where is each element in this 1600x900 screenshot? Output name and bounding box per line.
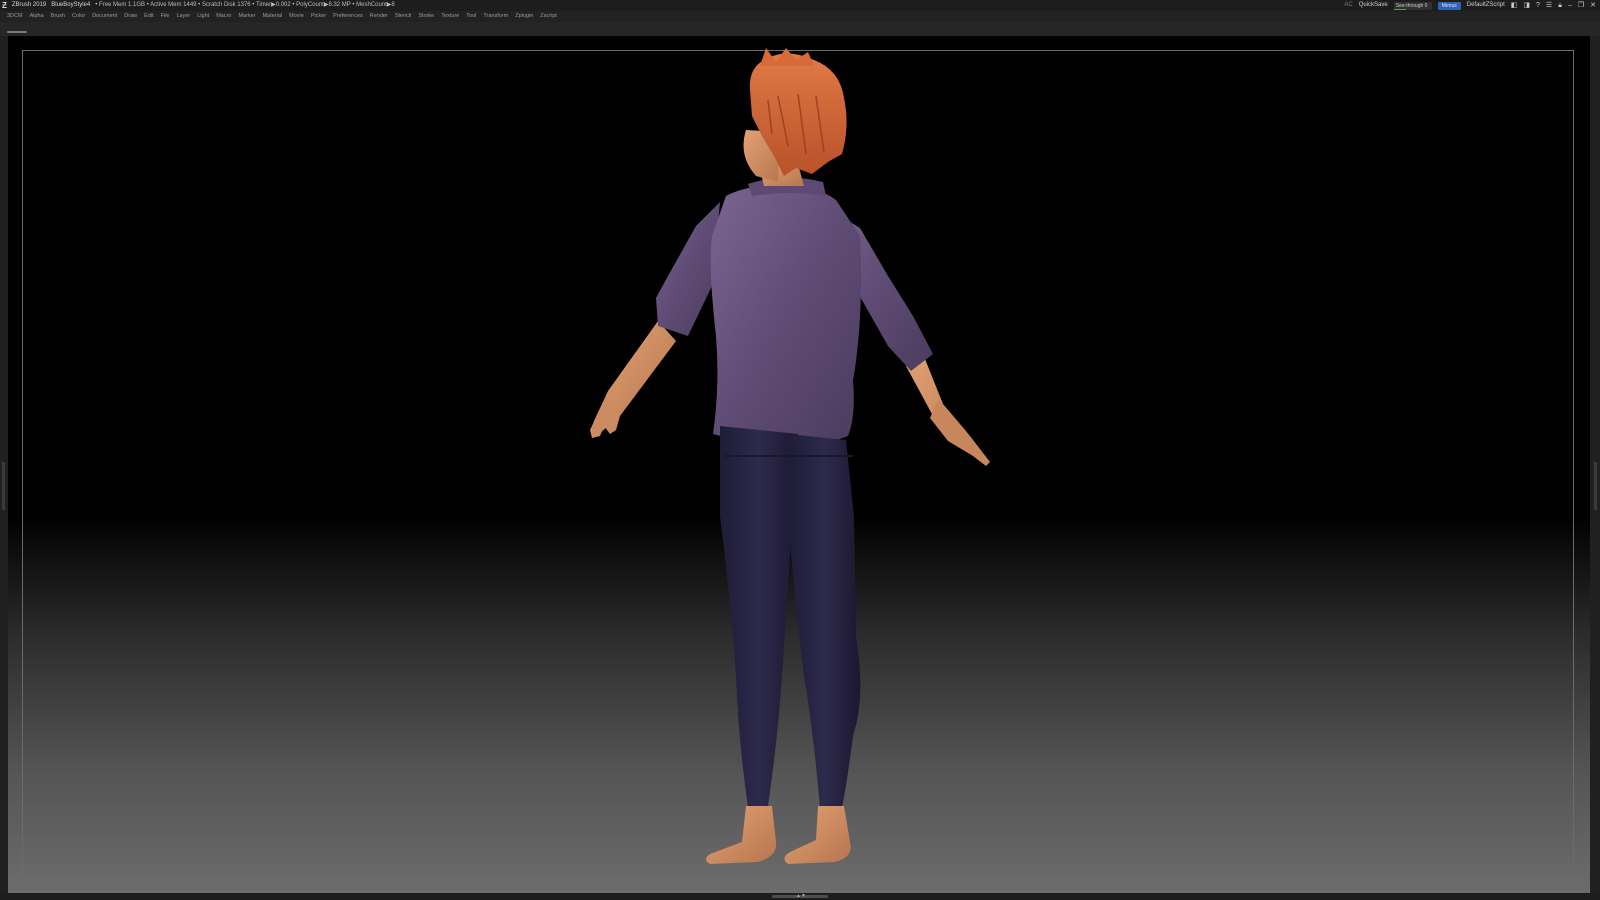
menu-zplugin[interactable]: Zplugin <box>515 11 533 22</box>
project-name: BlueBoyStyle4 <box>51 2 91 8</box>
menu-material[interactable]: Material <box>263 11 283 22</box>
top-shelf <box>0 22 1600 36</box>
app-title: ZBrush 2019 <box>11 2 47 8</box>
menu-preferences[interactable]: Preferences <box>333 11 363 22</box>
menu-tool[interactable]: Tool <box>466 11 476 22</box>
see-through-fill <box>1393 8 1406 10</box>
shirt-body <box>710 185 862 446</box>
memory-stats: • Free Mem 1.1GB • Active Mem 1449 • Scr… <box>95 2 395 8</box>
left-tray-handle[interactable] <box>2 462 5 510</box>
see-through-value: 0 <box>1424 2 1428 9</box>
restore-icon[interactable]: ❐ <box>1578 0 1584 11</box>
preset-icon[interactable]: ☰ <box>1546 0 1552 11</box>
feet <box>706 806 851 864</box>
character-model[interactable] <box>8 36 1590 893</box>
title-bar: Ƶ ZBrush 2019 BlueBoyStyle4 • Free Mem 1… <box>0 0 1600 11</box>
menu-color[interactable]: Color <box>72 11 85 22</box>
menu-file[interactable]: File <box>161 11 170 22</box>
left-tray <box>0 36 8 894</box>
layout-icon[interactable]: ◧ <box>1511 0 1518 11</box>
menu-stroke[interactable]: Stroke <box>418 11 434 22</box>
right-arm <box>906 354 990 466</box>
zbrush-logo-icon[interactable]: Ƶ <box>2 0 7 11</box>
menu-marker[interactable]: Marker <box>238 11 255 22</box>
menu-movie[interactable]: Movie <box>289 11 304 22</box>
menu-stencil[interactable]: Stencil <box>395 11 412 22</box>
menu-3dcm[interactable]: 3DCM <box>7 11 23 22</box>
menus-button[interactable]: Menus <box>1437 1 1461 10</box>
quicksave-button[interactable]: QuickSave <box>1359 0 1388 11</box>
shelf-drag-handle[interactable] <box>7 31 27 33</box>
menu-render[interactable]: Render <box>370 11 388 22</box>
menu-brush[interactable]: Brush <box>51 11 65 22</box>
main-menu-bar: 3DCM Alpha Brush Color Document Draw Edit File L… <box>0 11 1600 22</box>
menu-draw[interactable]: Draw <box>124 11 137 22</box>
chevron-up-icon[interactable]: ▲▼ <box>796 893 806 899</box>
menu-light[interactable]: Light <box>197 11 209 22</box>
close-icon[interactable]: ✕ <box>1590 0 1596 11</box>
menu-macro[interactable]: Macro <box>216 11 231 22</box>
menu-alpha[interactable]: Alpha <box>30 11 44 22</box>
menu-edit[interactable]: Edit <box>144 11 153 22</box>
help-icon[interactable]: ? <box>1536 0 1540 11</box>
pants <box>720 426 861 808</box>
lock-icon[interactable]: 🔒︎ <box>1558 0 1562 11</box>
menu-zscript[interactable]: Zscript <box>540 11 557 22</box>
layout-alt-icon[interactable]: ◨ <box>1523 0 1530 11</box>
right-tray-handle[interactable] <box>1594 462 1597 510</box>
menu-list: 3DCM Alpha Brush Color Document Draw Edit File L… <box>0 11 1600 22</box>
menu-document[interactable]: Document <box>92 11 117 22</box>
right-tray <box>1590 36 1600 894</box>
left-arm <box>590 321 676 438</box>
ac-toggle[interactable]: AC <box>1344 0 1352 11</box>
menu-transform[interactable]: Transform <box>483 11 508 22</box>
document-canvas[interactable] <box>8 36 1590 893</box>
see-through-slider[interactable]: See-through 0 <box>1393 1 1432 10</box>
menu-texture[interactable]: Texture <box>441 11 459 22</box>
minimize-icon[interactable]: – <box>1568 0 1572 11</box>
default-zscript-button[interactable]: DefaultZScript <box>1467 0 1505 11</box>
menu-picker[interactable]: Picker <box>311 11 326 22</box>
menu-layer[interactable]: Layer <box>176 11 190 22</box>
